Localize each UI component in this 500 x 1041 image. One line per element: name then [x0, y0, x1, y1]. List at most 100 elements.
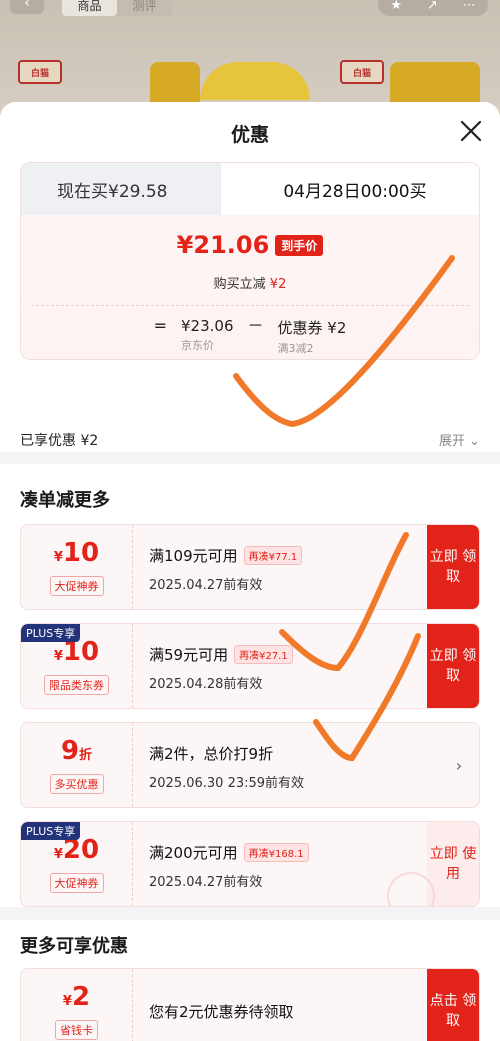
- sheet-title: 优惠: [230, 124, 269, 146]
- claim-button[interactable]: 立即 领取: [427, 525, 479, 609]
- reduce-text: 购买立减: [213, 277, 266, 292]
- coupon-amount-value: 2: [71, 981, 91, 1012]
- coupon-currency: ¥: [62, 993, 72, 1009]
- coupon-item: ¥10 大促神券 满109元可用 再凑¥77.1 2025.04.27前有效 立即 领取: [20, 524, 480, 610]
- coupon-condition-row: 满2件，总价打9折: [149, 743, 439, 764]
- coupon-left: 9折多买优惠: [21, 723, 133, 807]
- chevron-down-icon: ⌄: [469, 434, 480, 449]
- jd-price: ¥23.06: [181, 317, 234, 335]
- coupon-left: ¥10 大促神券: [21, 525, 133, 609]
- discount-sheet: 优惠 现在买¥29.58 04月28日00:00买 ¥21.06 到手价 购买立…: [0, 102, 500, 1041]
- coupon-validity: 2025.04.27前有效: [149, 578, 263, 593]
- coupon-value-item: 优惠券 ¥2 满3减2: [278, 317, 347, 356]
- minus-sign: －: [247, 316, 264, 335]
- coupon-info: 满200元可用 再凑¥168.1 2025.04.27前有效: [133, 822, 427, 906]
- reduce-amount: ¥2: [269, 277, 287, 292]
- background-tabs: 商品 测评: [62, 0, 172, 16]
- extra-discount-section: 更多可享优惠 ¥2 省钱卡 您有2元优惠券待领取 点击 领取: [0, 920, 500, 1041]
- share-icon[interactable]: ↗: [427, 0, 438, 13]
- add-on-badge: 再凑¥168.1: [243, 843, 309, 862]
- coupon-condition-row: 满200元可用 再凑¥168.1: [149, 842, 427, 863]
- final-price-badge: 到手价: [275, 235, 324, 256]
- coupon-tag: 大促神券: [49, 575, 104, 596]
- section-title: 凑单减更多: [20, 490, 110, 511]
- coupon-amount: ¥20: [54, 836, 99, 869]
- plus-badge: PLUS专享: [21, 624, 81, 642]
- coupon-tag: 大促神券: [49, 872, 104, 893]
- reduce-row: 购买立减 ¥2: [21, 273, 479, 292]
- price-formula: = ¥23.06 京东价 － 优惠券 ¥2 满3减2: [21, 317, 479, 356]
- product-image: [150, 62, 200, 102]
- equals-sign: =: [153, 316, 168, 335]
- coupon-info: 满59元可用 再凑¥27.1 2025.04.28前有效: [133, 624, 427, 708]
- sheet-header: 优惠: [0, 102, 500, 162]
- buy-now-tab[interactable]: 现在买¥29.58: [21, 163, 221, 215]
- savings-card-coupon: ¥2 省钱卡 您有2元优惠券待领取 点击 领取: [20, 968, 480, 1041]
- background-top-icons: ★ ↗ ⋯: [378, 0, 488, 16]
- coupon-condition: 满2件，总价打9折: [149, 745, 274, 763]
- close-icon[interactable]: [458, 118, 484, 144]
- enjoyed-row: 已享优惠 ¥2 展开 ⌄: [20, 430, 480, 450]
- coupon-list: ¥10 大促神券 满109元可用 再凑¥77.1 2025.04.27前有效 立即 领取 P…: [20, 524, 480, 907]
- star-icon[interactable]: ★: [390, 0, 402, 13]
- enjoyed-text: 已享优惠 ¥2: [20, 433, 99, 449]
- coupon-tag: 限品类东券: [44, 674, 109, 695]
- coupon-rule: 满3减2: [277, 342, 314, 355]
- coupon-left: PLUS专享 ¥10 限品类东券: [21, 624, 133, 708]
- coupon-currency: ¥: [53, 648, 63, 664]
- coupon-validity: 2025.04.28前有效: [149, 677, 263, 692]
- coupon-left: PLUS专享 ¥20 大促神券: [21, 822, 133, 906]
- expand-label: 展开: [438, 434, 465, 449]
- price-card: 现在买¥29.58 04月28日00:00买 ¥21.06 到手价 购买立减 ¥…: [0, 162, 500, 452]
- divider: [31, 305, 469, 306]
- jd-price-item: ¥23.06 京东价: [181, 317, 234, 353]
- coupon-condition: 满59元可用: [149, 646, 229, 664]
- add-on-badge: 再凑¥77.1: [243, 546, 303, 565]
- coupon-condition: 满109元可用: [149, 547, 238, 565]
- coupon-condition-row: 满59元可用 再凑¥27.1: [149, 644, 427, 665]
- final-price-row: ¥21.06 到手价: [21, 231, 479, 259]
- chevron-right-icon[interactable]: ›: [439, 723, 479, 807]
- coupon-validity: 2025.06.30 23:59前有效: [149, 776, 305, 791]
- claim-button[interactable]: 点击 领取: [427, 969, 479, 1041]
- coupon-info: 满2件，总价打9折 2025.06.30 23:59前有效: [133, 723, 439, 807]
- claim-button[interactable]: 立即 领取: [427, 624, 479, 708]
- more-icon[interactable]: ⋯: [463, 0, 476, 13]
- coupon-tag: 省钱卡: [55, 1019, 98, 1040]
- price-tabs: 现在买¥29.58 04月28日00:00买: [21, 163, 479, 215]
- coupon-currency: ¥: [53, 846, 63, 862]
- coupon-amount: ¥2: [63, 983, 90, 1016]
- tab-goods[interactable]: 商品: [62, 0, 117, 16]
- coupon-condition: 满200元可用: [149, 844, 238, 862]
- coupon-unit: 折: [79, 747, 93, 763]
- section-title-2: 更多可享优惠: [20, 936, 128, 957]
- coupon-amount: ¥10: [54, 638, 99, 671]
- coupon-info: 满109元可用 再凑¥77.1 2025.04.27前有效: [133, 525, 427, 609]
- product-image-2: [200, 62, 310, 100]
- coupon-item: PLUS专享 ¥20 大促神券 满200元可用 再凑¥168.1 2025.04.27前有…: [20, 821, 480, 907]
- coupon-amount: ¥10: [54, 539, 99, 572]
- final-price: ¥21.06: [176, 231, 270, 259]
- coupon-value: 优惠券 ¥2: [277, 319, 347, 337]
- coupon-condition-row: 满109元可用 再凑¥77.1: [149, 545, 427, 566]
- buy-later-tab[interactable]: 04月28日00:00买: [221, 163, 479, 215]
- coupon-validity: 2025.04.27前有效: [149, 875, 263, 890]
- coupon-condition: 您有2元优惠券待领取: [149, 1003, 294, 1021]
- brand-logo-2: 白猫: [340, 60, 384, 84]
- price-detail: ¥21.06 到手价 购买立减 ¥2 = ¥23.06 京东价 － 优惠券 ¥2…: [21, 215, 479, 359]
- coupon-tag: 多买优惠: [49, 773, 104, 794]
- brand-logo: 白猫: [18, 60, 62, 84]
- coupon-item: PLUS专享 ¥10 限品类东券 满59元可用 再凑¥27.1 2025.04.28前有效…: [20, 623, 480, 709]
- jd-price-label: 京东价: [181, 339, 215, 352]
- coupon-amount-value: 9: [60, 735, 80, 766]
- coupon-item: 9折 多买优惠 满2件，总价打9折 2025.06.30 23:59前有效 ›: [20, 722, 480, 808]
- expand-toggle[interactable]: 展开 ⌄: [439, 430, 480, 450]
- coupon-currency: ¥: [53, 549, 63, 565]
- price-box: 现在买¥29.58 04月28日00:00买 ¥21.06 到手价 购买立减 ¥…: [20, 162, 480, 360]
- more-discount-section: 凑单减更多 ¥10 大促神券 满109元可用 再凑¥77.1 2025.04.27前有效…: [0, 464, 500, 907]
- tab-review[interactable]: 测评: [117, 0, 172, 16]
- coupon-left: ¥2 省钱卡: [21, 969, 133, 1041]
- coupon-amount-value: 10: [62, 537, 100, 568]
- back-button[interactable]: ‹: [10, 0, 44, 14]
- add-on-badge: 再凑¥27.1: [234, 645, 293, 664]
